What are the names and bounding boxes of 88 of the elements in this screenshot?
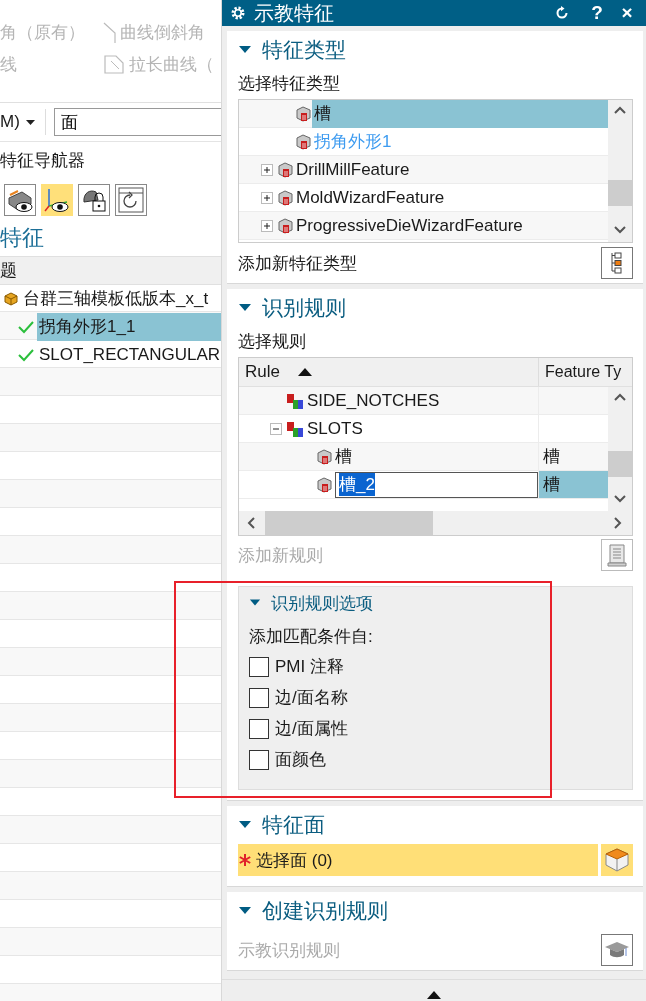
collapse-triangle-icon[interactable] (249, 598, 261, 608)
column-header[interactable]: Rule (239, 358, 539, 386)
collapse-triangle-icon[interactable] (238, 906, 252, 916)
help-button[interactable]: ? (586, 1, 608, 25)
field-label: 添加匹配条件自: (249, 626, 374, 648)
add-type-button[interactable] (601, 247, 633, 279)
checkbox-option[interactable]: 边/面名称 (249, 682, 622, 713)
settings-icon[interactable] (230, 5, 246, 21)
section-title[interactable]: 特征类型 (262, 36, 346, 64)
page-icon (103, 53, 125, 75)
column-header[interactable]: 题 (0, 257, 221, 285)
window-title: 示教特征 (254, 0, 335, 26)
checkbox-label: 面颜色 (275, 749, 326, 771)
action-label: 示教识别规则 (238, 939, 340, 962)
teach-rule-button[interactable] (601, 934, 633, 966)
feature-icon (276, 216, 294, 235)
collapse-icon[interactable] (270, 422, 282, 435)
section-title[interactable]: 识别规则 (262, 294, 346, 322)
tree-item[interactable]: 拐角外形1_1 (37, 313, 221, 341)
scroll-paper-icon (606, 543, 628, 567)
add-label: 添加新规则 (238, 544, 323, 567)
feature-icon (315, 475, 333, 494)
section-title[interactable]: 特征面 (262, 811, 325, 839)
expand-icon[interactable] (261, 219, 273, 232)
select-face-field[interactable]: 选择面 (0) (238, 844, 598, 876)
close-button[interactable]: × (616, 1, 638, 25)
rename-field[interactable]: 槽_2 (335, 471, 538, 498)
expand-icon[interactable] (261, 191, 273, 204)
toolbar-button[interactable] (115, 184, 147, 216)
caret-icon (25, 119, 35, 126)
field-label: 选择特征类型 (238, 73, 341, 95)
navigator-title: 特征导航器 (0, 150, 86, 172)
group-title[interactable]: 识别规则选项 (271, 591, 373, 615)
axes-eye-icon (43, 186, 71, 214)
table-cell[interactable]: 槽 (539, 471, 608, 498)
feature-icon (294, 104, 312, 123)
toolbar-button[interactable] (4, 184, 36, 216)
panel-heading: 特征 (0, 224, 45, 252)
feature-icon (294, 132, 312, 151)
column-header[interactable]: Feature Ty (539, 358, 632, 386)
scrollbar[interactable] (239, 511, 632, 535)
checkbox-option[interactable]: PMI 注释 (249, 651, 622, 682)
feature-icon (276, 160, 294, 179)
tree-item[interactable]: 槽 (312, 99, 608, 128)
cube-icon (604, 847, 630, 873)
hierarchy-icon (610, 252, 624, 274)
table-cell[interactable]: 槽 (333, 445, 352, 468)
checkbox[interactable] (249, 749, 269, 770)
table-cell[interactable]: 槽 (539, 443, 608, 470)
cube-icon (4, 292, 18, 306)
checkbox[interactable] (249, 656, 269, 677)
scroll-thumb[interactable] (608, 180, 632, 206)
line-icon (103, 21, 116, 43)
feature-icon (315, 447, 333, 466)
blocks-icon (285, 419, 305, 438)
add-label: 添加新特征类型 (238, 252, 357, 275)
checkbox-option[interactable]: 面颜色 (249, 744, 622, 775)
expand-icon[interactable] (261, 163, 273, 176)
required-asterisk-icon (238, 853, 252, 867)
scrollbar[interactable] (608, 100, 632, 242)
filter-field[interactable]: 面 (53, 108, 221, 136)
collapse-triangle-icon[interactable] (238, 303, 252, 313)
select-face-button[interactable] (601, 844, 633, 876)
reset-icon[interactable] (554, 5, 570, 21)
toolbar-button[interactable] (78, 184, 110, 216)
filter-menu[interactable]: M) (0, 108, 35, 136)
checkbox-label: 边/面名称 (275, 687, 348, 709)
blocks-icon (285, 391, 305, 410)
checkbox-option[interactable]: 边/面属性 (249, 713, 622, 744)
feature-icon (276, 188, 294, 207)
section-title[interactable]: 创建识别规则 (262, 897, 388, 925)
refresh-window-icon (117, 186, 145, 214)
checkbox[interactable] (249, 718, 269, 739)
tree-item[interactable]: SLOT_RECTANGULAR (37, 341, 221, 369)
collapse-triangle-icon[interactable] (238, 45, 252, 55)
checkbox-label: 边/面属性 (275, 718, 348, 740)
tree-item[interactable]: 台群三轴模板低版本_x_t (21, 285, 213, 313)
collapse-triangle-icon[interactable] (238, 820, 252, 830)
tree-item[interactable]: MoldWizardFeature (294, 183, 447, 212)
collapse-arrow-icon[interactable] (427, 991, 441, 999)
table-cell[interactable]: SLOTS (305, 418, 363, 439)
checkbox[interactable] (249, 687, 269, 708)
field-label: 选择规则 (238, 331, 307, 353)
scroll-thumb[interactable] (608, 451, 632, 477)
selected-text: 槽_2 (339, 473, 375, 496)
scrollbar[interactable] (608, 387, 632, 511)
checkbox-label: PMI 注释 (275, 656, 344, 678)
scroll-thumb[interactable] (265, 511, 433, 535)
